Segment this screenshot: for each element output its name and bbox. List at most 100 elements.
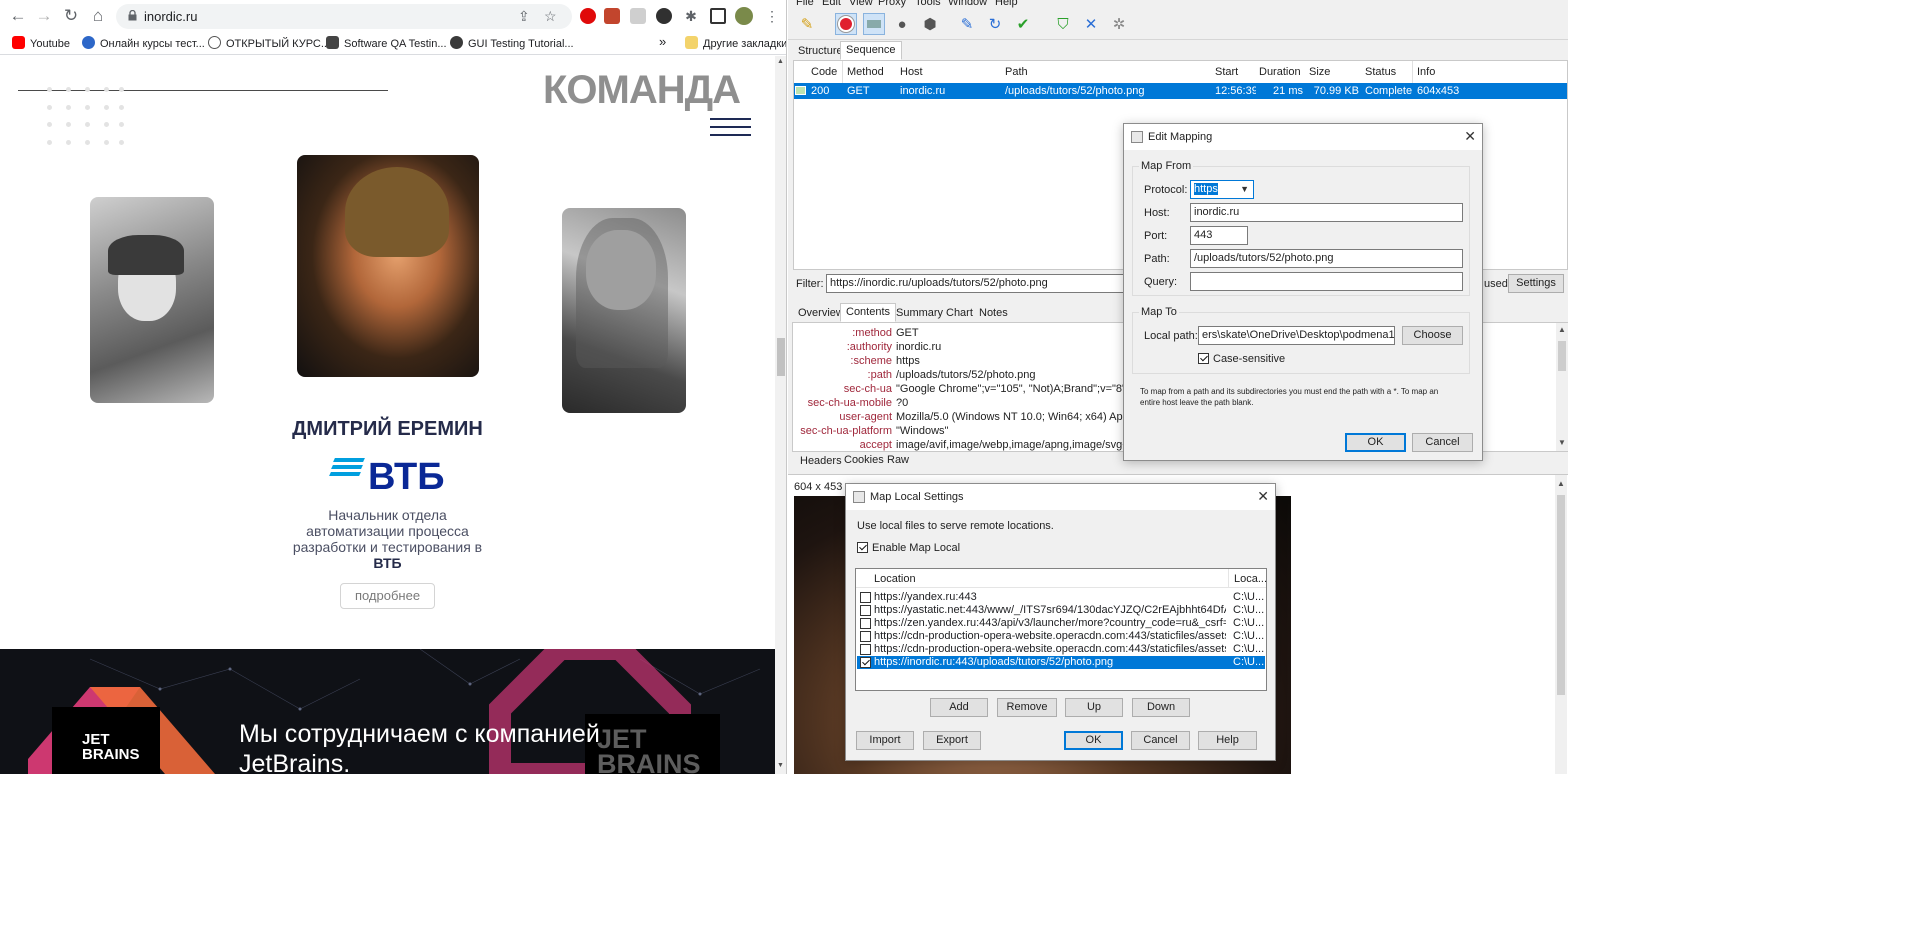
turtle-icon[interactable]: ● <box>891 13 913 35</box>
location-row[interactable]: https://yandex.ru:443 C:\U... <box>857 591 1265 604</box>
down-button[interactable]: Down <box>1132 698 1190 717</box>
team-photo-left[interactable] <box>90 197 214 403</box>
scroll-up-icon[interactable]: ▲ <box>1557 479 1565 488</box>
remove-button[interactable]: Remove <box>997 698 1057 717</box>
menu-proxy[interactable]: Proxy <box>878 0 906 8</box>
team-photo-center[interactable] <box>297 155 479 377</box>
avatar[interactable] <box>735 7 753 25</box>
close-icon[interactable]: ✕ <box>1464 128 1476 145</box>
tab-contents[interactable]: Contents <box>840 303 897 322</box>
close-icon[interactable]: ✕ <box>1257 488 1269 505</box>
ok-button[interactable]: OK <box>1345 433 1406 452</box>
help-button[interactable]: Help <box>1198 731 1257 750</box>
column-header[interactable]: Location <box>874 573 916 585</box>
tab-sequence[interactable]: Sequence <box>840 41 902 60</box>
home-icon[interactable]: ⌂ <box>86 5 110 27</box>
forward-icon[interactable]: → <box>32 5 56 27</box>
refresh-icon[interactable]: ↻ <box>984 13 1006 35</box>
column-header[interactable]: Path <box>1001 61 1216 83</box>
column-header[interactable]: Method <box>843 61 899 83</box>
bookmark-item[interactable]: Software QA Testin... <box>326 36 447 50</box>
basket-icon[interactable]: ⛉ <box>1052 13 1074 35</box>
puzzle-icon[interactable]: ✱ <box>679 5 703 27</box>
reload-icon[interactable]: ↻ <box>59 5 83 27</box>
menu-tools[interactable]: Tools <box>915 0 941 8</box>
scroll-up-icon[interactable]: ▲ <box>1558 325 1566 334</box>
address-bar[interactable]: inordic.ru ⇪ ☆ <box>116 4 572 29</box>
choose-button[interactable]: Choose <box>1402 326 1463 345</box>
checkbox-checked[interactable] <box>1198 353 1209 364</box>
scrollbar-thumb[interactable] <box>777 338 785 376</box>
port-input[interactable]: 443 <box>1190 226 1248 245</box>
scroll-up-icon[interactable]: ▲ <box>777 58 784 65</box>
bookmark-item[interactable]: GUI Testing Tutorial... <box>450 36 574 50</box>
enable-map-local-checkbox[interactable]: Enable Map Local <box>857 542 960 554</box>
chevron-down-icon[interactable]: ▼ <box>1240 181 1249 198</box>
add-button[interactable]: Add <box>930 698 988 717</box>
case-sensitive-checkbox[interactable]: Case-sensitive <box>1198 353 1285 365</box>
throttle-icon[interactable] <box>863 13 885 35</box>
menu-view[interactable]: View <box>849 0 873 8</box>
bookmark-youtube[interactable]: Youtube <box>12 36 70 50</box>
menu-edit[interactable]: Edit <box>822 0 841 8</box>
tools-icon[interactable]: ✕ <box>1080 13 1102 35</box>
broom-icon[interactable]: ✎ <box>796 13 818 35</box>
team-photo-right[interactable] <box>562 208 686 413</box>
extension-icon[interactable] <box>604 8 620 24</box>
row-checkbox[interactable] <box>860 631 871 642</box>
location-row[interactable]: https://zen.yandex.ru:443/api/v3/launche… <box>857 617 1265 630</box>
breakpoint-icon[interactable]: ⬢ <box>919 13 941 35</box>
location-row[interactable]: https://cdn-production-opera-website.ope… <box>857 643 1265 656</box>
extension-icon[interactable] <box>656 8 672 24</box>
protocol-select[interactable]: https ▼ <box>1190 180 1254 199</box>
other-bookmarks[interactable]: Другие закладки <box>685 36 786 50</box>
column-header[interactable]: Status <box>1361 61 1413 83</box>
scroll-down-icon[interactable]: ▼ <box>777 762 784 769</box>
bookmark-star-icon[interactable]: ☆ <box>544 8 557 25</box>
scrollbar-thumb[interactable] <box>1557 495 1565 695</box>
opera-extension-icon[interactable] <box>580 8 596 24</box>
column-header[interactable]: Duration <box>1255 61 1307 83</box>
tab-notes[interactable]: Notes <box>973 304 1014 323</box>
back-icon[interactable]: ← <box>6 5 30 27</box>
column-header[interactable]: Start <box>1211 61 1256 83</box>
hamburger-icon[interactable] <box>710 118 751 138</box>
query-input[interactable] <box>1190 272 1463 291</box>
path-input[interactable]: /uploads/tutors/52/photo.png <box>1190 249 1463 268</box>
cancel-button[interactable]: Cancel <box>1131 731 1190 750</box>
image-scrollbar[interactable]: ▲ <box>1555 475 1567 774</box>
row-checkbox[interactable] <box>860 592 871 603</box>
scroll-down-icon[interactable]: ▼ <box>1558 438 1566 447</box>
cancel-button[interactable]: Cancel <box>1412 433 1473 452</box>
share-icon[interactable]: ⇪ <box>518 8 530 25</box>
menu-dots-icon[interactable]: ⋮ <box>760 5 784 27</box>
up-button[interactable]: Up <box>1065 698 1123 717</box>
bookmark-item[interactable]: ОТКРЫТЫЙ КУРС... <box>208 36 330 50</box>
location-row[interactable]: https://cdn-production-opera-website.ope… <box>857 630 1265 643</box>
bookmark-item[interactable]: Онлайн курсы тест... <box>82 36 205 50</box>
tab-raw[interactable]: Raw <box>881 451 915 470</box>
location-row[interactable]: https://yastatic.net:443/www/_/ITS7sr694… <box>857 604 1265 617</box>
page-scrollbar[interactable]: ▲ ▼ <box>775 56 786 774</box>
column-header[interactable]: Size <box>1305 61 1363 83</box>
export-button[interactable]: Export <box>923 731 981 750</box>
import-button[interactable]: Import <box>856 731 914 750</box>
validate-icon[interactable]: ✔ <box>1012 13 1034 35</box>
column-header[interactable]: Loca... <box>1234 573 1267 585</box>
menu-window[interactable]: Window <box>948 0 987 8</box>
checkbox-checked[interactable] <box>857 542 868 553</box>
headers-scrollbar[interactable]: ▲ ▼ <box>1556 323 1568 451</box>
column-header[interactable]: Code <box>807 61 843 83</box>
settings-gear-icon[interactable]: ✲ <box>1108 13 1130 35</box>
row-checkbox[interactable] <box>860 605 871 616</box>
host-input[interactable]: inordic.ru <box>1190 203 1463 222</box>
settings-button[interactable]: Settings <box>1508 274 1564 293</box>
local-path-input[interactable]: ers\skate\OneDrive\Desktop\podmena1.jpg <box>1198 326 1395 345</box>
row-checkbox[interactable] <box>860 644 871 655</box>
column-header[interactable]: Host <box>896 61 1003 83</box>
menu-help[interactable]: Help <box>995 0 1018 8</box>
bookmarks-overflow[interactable]: » <box>659 34 666 49</box>
filter-input[interactable]: https://inordic.ru/uploads/tutors/52/pho… <box>826 274 1126 293</box>
more-button[interactable]: подробнее <box>340 583 435 609</box>
screenshot-extension-icon[interactable] <box>630 8 646 24</box>
